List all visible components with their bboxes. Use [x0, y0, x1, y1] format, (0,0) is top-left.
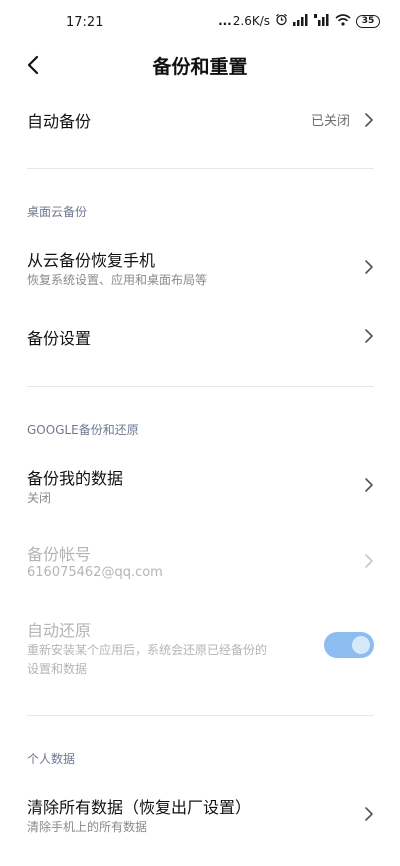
factory-reset-sub: 清除手机上的所有数据	[27, 820, 148, 834]
backup-my-data-row[interactable]: 备份我的数据 关闭	[0, 460, 400, 510]
toggle-knob	[352, 636, 370, 654]
alarm-icon	[275, 13, 288, 29]
restore-from-cloud-label: 从云备份恢复手机	[27, 251, 156, 270]
chevron-right-icon	[365, 478, 373, 492]
status-dots: ...	[218, 14, 232, 28]
divider	[27, 715, 374, 716]
auto-restore-desc-line1: 重新安装某个应用后，系统会还原已经备份的	[27, 643, 268, 657]
chevron-right-icon	[365, 113, 373, 127]
backup-my-data-sub: 关闭	[27, 491, 52, 505]
signal-icon	[293, 13, 309, 29]
backup-settings-label: 备份设置	[27, 329, 92, 348]
auto-restore-desc-line2: 设置和数据	[27, 662, 88, 676]
auto-backup-row[interactable]: 自动备份 已关闭	[0, 100, 400, 140]
auto-restore-label: 自动还原	[27, 621, 92, 640]
restore-from-cloud-sub: 恢复系统设置、应用和桌面布局等	[27, 273, 208, 287]
chevron-right-icon	[365, 807, 373, 821]
network-speed: 2.6K/s	[232, 14, 270, 28]
status-icons: ... 2.6K/s 35	[218, 13, 380, 29]
backup-account-row[interactable]: 备份帐号 616075462@qq.com	[0, 536, 400, 586]
factory-reset-row[interactable]: 清除所有数据（恢复出厂设置） 清除手机上的所有数据	[0, 789, 400, 839]
auto-restore-toggle[interactable]	[324, 632, 374, 658]
restore-from-cloud-row[interactable]: 从云备份恢复手机 恢复系统设置、应用和桌面布局等	[0, 242, 400, 292]
battery-icon: 35	[356, 14, 380, 28]
header: 备份和重置	[0, 44, 400, 84]
divider	[27, 168, 374, 169]
signal-hd-icon	[314, 13, 330, 29]
backup-account-email: 616075462@qq.com	[27, 565, 163, 580]
status-time: 17:21	[66, 15, 104, 30]
auto-backup-label: 自动备份	[27, 112, 92, 131]
auto-restore-row[interactable]: 自动还原 重新安装某个应用后，系统会还原已经备份的 设置和数据	[0, 612, 400, 682]
section-header-cloud: 桌面云备份	[27, 205, 88, 219]
section-header-google: GOOGLE备份和还原	[27, 423, 139, 437]
page-title: 备份和重置	[152, 56, 248, 78]
factory-reset-label: 清除所有数据（恢复出厂设置）	[27, 798, 252, 817]
chevron-right-icon	[365, 329, 373, 343]
divider	[27, 386, 374, 387]
chevron-right-icon	[365, 260, 373, 274]
backup-account-label: 备份帐号	[27, 545, 92, 564]
status-bar: 17:21 ... 2.6K/s 35	[0, 0, 400, 44]
backup-settings-row[interactable]: 备份设置	[0, 316, 400, 356]
backup-my-data-label: 备份我的数据	[27, 469, 124, 488]
wifi-icon	[335, 13, 351, 29]
chevron-right-icon	[365, 554, 373, 568]
auto-backup-value: 已关闭	[310, 114, 350, 129]
section-header-personal: 个人数据	[27, 752, 76, 766]
